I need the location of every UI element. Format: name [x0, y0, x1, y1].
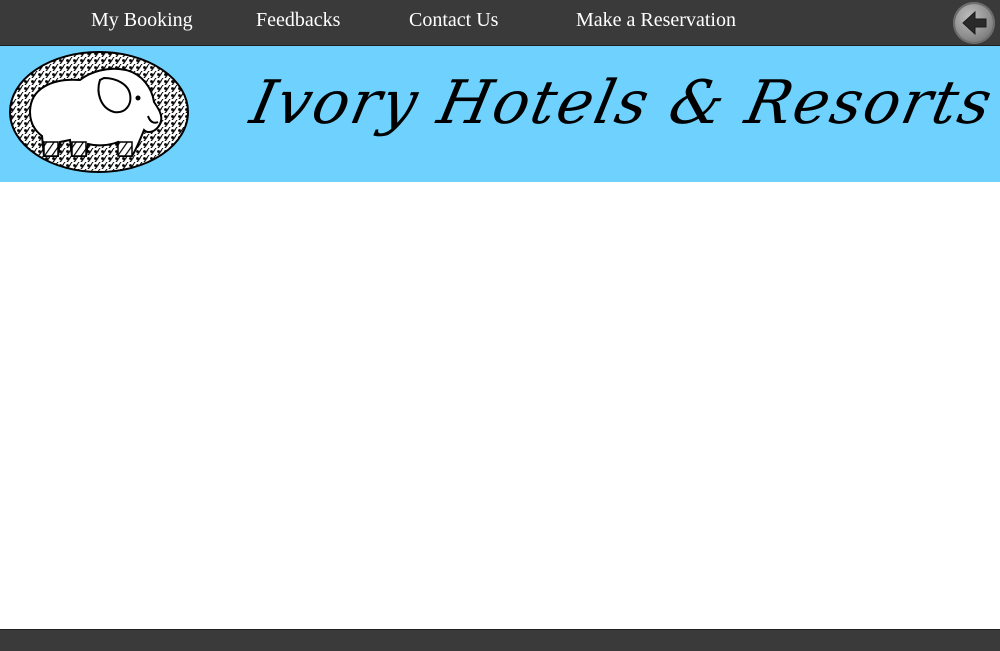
- header-banner: Ivory Hotels & Resorts: [0, 46, 1000, 182]
- nav-make-reservation-link[interactable]: Make a Reservation: [576, 9, 736, 32]
- back-arrow-icon: [962, 10, 987, 36]
- nav-contact-us-link[interactable]: Contact Us: [409, 9, 498, 32]
- top-navbar: My Booking Feedbacks Contact Us Make a R…: [0, 0, 1000, 46]
- brand-title: Ivory Hotels & Resorts: [244, 68, 1000, 138]
- elephant-logo: [8, 50, 192, 176]
- nav-my-booking-link[interactable]: My Booking: [91, 9, 193, 32]
- back-button[interactable]: [953, 2, 995, 44]
- nav-feedbacks-link[interactable]: Feedbacks: [256, 9, 340, 32]
- main-content: [0, 182, 1000, 629]
- footer-bar: [0, 629, 1000, 651]
